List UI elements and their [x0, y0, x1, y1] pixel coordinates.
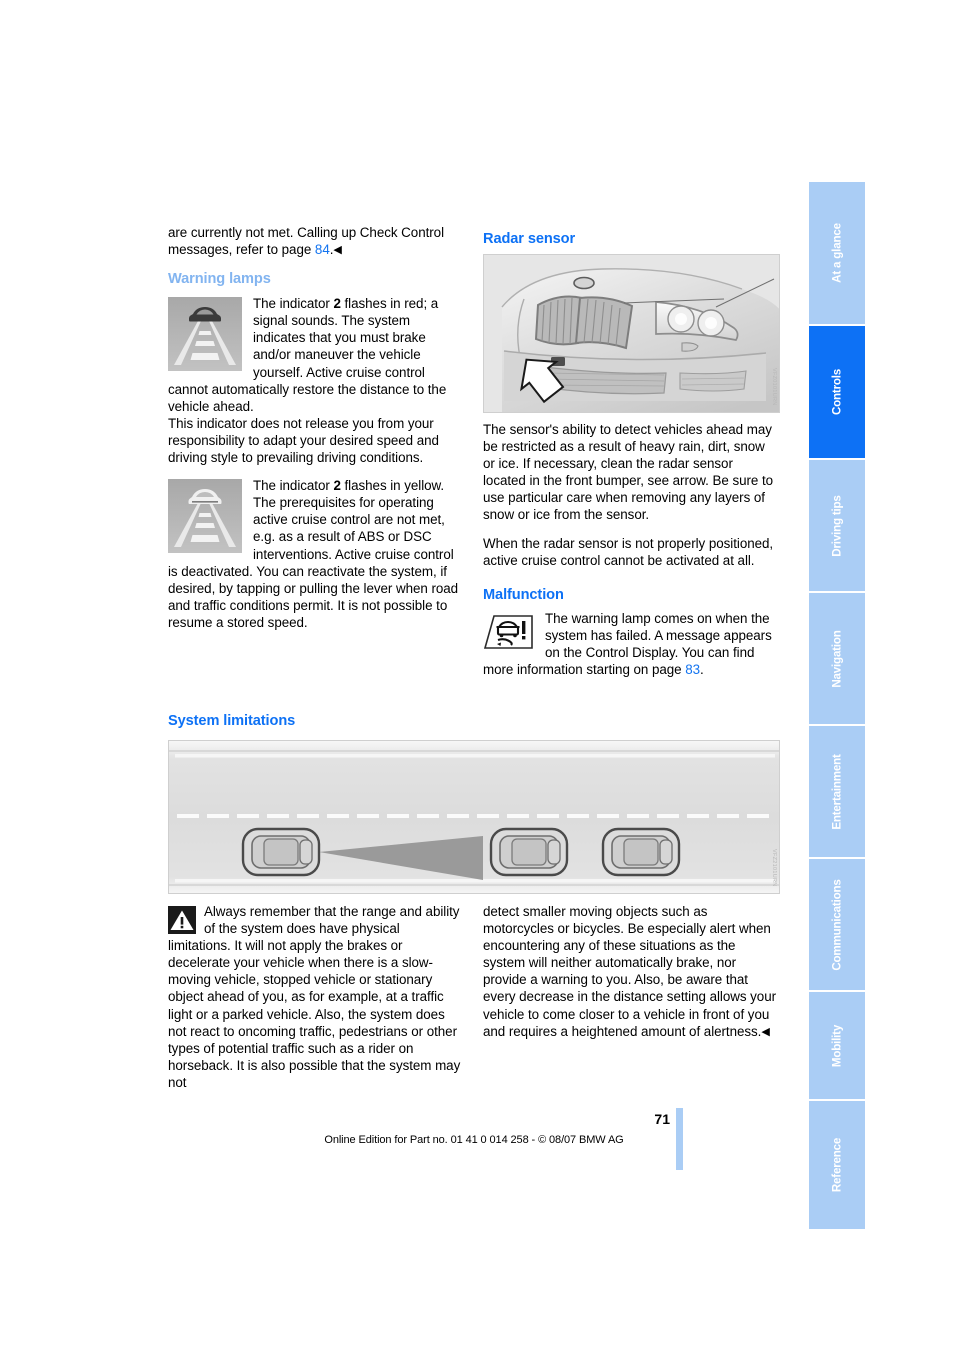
acc-detection-range-illustration — [169, 741, 779, 893]
acc-indicator-lamp-glyph — [168, 297, 242, 372]
sidebar-tab-label: Reference — [830, 1137, 844, 1193]
sidebar-tab-entertainment[interactable]: Entertainment — [809, 726, 865, 859]
lamp-yellow-text-1: The indicator — [253, 478, 334, 494]
malfunction-heading: Malfunction — [483, 586, 564, 603]
page-reference-83[interactable]: 83 — [685, 662, 700, 677]
warning-lamps-heading: Warning lamps — [168, 271, 271, 288]
bmw-front-bumper-illustration — [484, 255, 779, 412]
acc-indicator-lamp-icon — [168, 297, 242, 372]
sidebar-tab-driving-tips[interactable]: Driving tips — [809, 460, 865, 593]
sidebar-tab-label: Driving tips — [830, 494, 844, 557]
acc-indicator-lamp-glyph — [168, 479, 242, 554]
acc-indicator-lamp-icon — [168, 479, 242, 554]
lead-vehicle-1 — [489, 827, 569, 877]
sidebar-tab-label: Mobility — [830, 1024, 844, 1067]
sidebar-tab-navigation[interactable]: Navigation — [809, 593, 865, 726]
section-end-mark: ◀ — [333, 244, 342, 257]
sidebar-tab-label: Controls — [830, 368, 844, 416]
sidebar-tab-label: Communications — [830, 878, 844, 971]
continued-paragraph: are currently not met. Calling up Check … — [168, 224, 461, 259]
figure-code: VFZ2101URN — [771, 849, 777, 887]
lamp-yellow-indicator-number: 2 — [333, 478, 341, 494]
limitations-continued-text: detect smaller moving objects such as mo… — [483, 903, 776, 1041]
footer-edition-note: Online Edition for Part no. 01 41 0 014 … — [324, 1134, 624, 1146]
lead-vehicle-2 — [601, 827, 681, 877]
limitations-continued-column: detect smaller moving objects such as mo… — [483, 903, 776, 1041]
acc-detection-range-diagram: VFZ2101URN — [168, 740, 780, 894]
warning-triangle-icon — [168, 906, 196, 934]
sidebar-tab-communications[interactable]: Communications — [809, 859, 865, 992]
front-bumper-radar-sensor-photo: VFZ0101URN — [483, 254, 780, 413]
right-text-column: The sensor's ability to detect vehicles … — [483, 421, 776, 678]
ego-vehicle — [241, 827, 321, 877]
manual-page: are currently not met. Calling up Check … — [0, 0, 954, 1350]
lamp-red-text-1: The indicator — [253, 296, 334, 312]
section-index-sidebar[interactable]: At a glance Controls Driving tips Naviga… — [809, 182, 865, 1229]
sidebar-tab-label: Entertainment — [830, 753, 844, 830]
radar-sensor-paragraph-2: When the radar sensor is not properly po… — [483, 535, 774, 568]
acc-malfunction-lamp-glyph — [483, 614, 533, 649]
radar-sensor-paragraph-1: The sensor's ability to detect vehicles … — [483, 422, 774, 523]
limitations-warning-column: Always remember that the range and abili… — [168, 903, 461, 1091]
system-limitations-heading: System limitations — [168, 713, 296, 729]
limitations-continued-body: detect smaller moving objects such as mo… — [483, 904, 776, 1039]
sidebar-tab-label: At a glance — [830, 223, 844, 283]
sidebar-tab-controls[interactable]: Controls — [809, 326, 865, 460]
radar-sensor-heading: Radar sensor — [483, 231, 576, 247]
warning-triangle-glyph — [168, 906, 196, 934]
warning-lamp-red-paragraph2: This indicator does not release you from… — [168, 415, 439, 466]
continued-text-before: are currently not met. Calling up Check … — [168, 225, 445, 258]
page-number: 71 — [654, 1111, 670, 1127]
left-text-column: are currently not met. Calling up Check … — [168, 224, 461, 631]
page-reference-84[interactable]: 84 — [315, 242, 330, 257]
malfunction-text-after: . — [700, 662, 704, 678]
figure-code: VFZ0101URN — [771, 368, 777, 406]
limitations-warning-block: Always remember that the range and abili… — [168, 903, 461, 1091]
section-end-mark: ◀ — [761, 1025, 770, 1038]
warning-lamp-red-block: The indicator 2 flashes in red; a signal… — [168, 295, 461, 466]
warning-lamp-yellow-block: The indicator 2 flashes in yellow. The p… — [168, 477, 461, 631]
sidebar-tab-at-a-glance[interactable]: At a glance — [809, 182, 865, 326]
sidebar-tab-label: Navigation — [830, 629, 844, 688]
sidebar-tab-mobility[interactable]: Mobility — [809, 992, 865, 1101]
limitations-warning-text: Always remember that the range and abili… — [168, 904, 461, 1090]
acc-malfunction-lamp-icon — [483, 613, 535, 651]
sidebar-tab-reference[interactable]: Reference — [809, 1101, 865, 1229]
malfunction-block: The warning lamp comes on when the syste… — [483, 610, 776, 678]
lamp-red-indicator-number: 2 — [333, 296, 341, 312]
